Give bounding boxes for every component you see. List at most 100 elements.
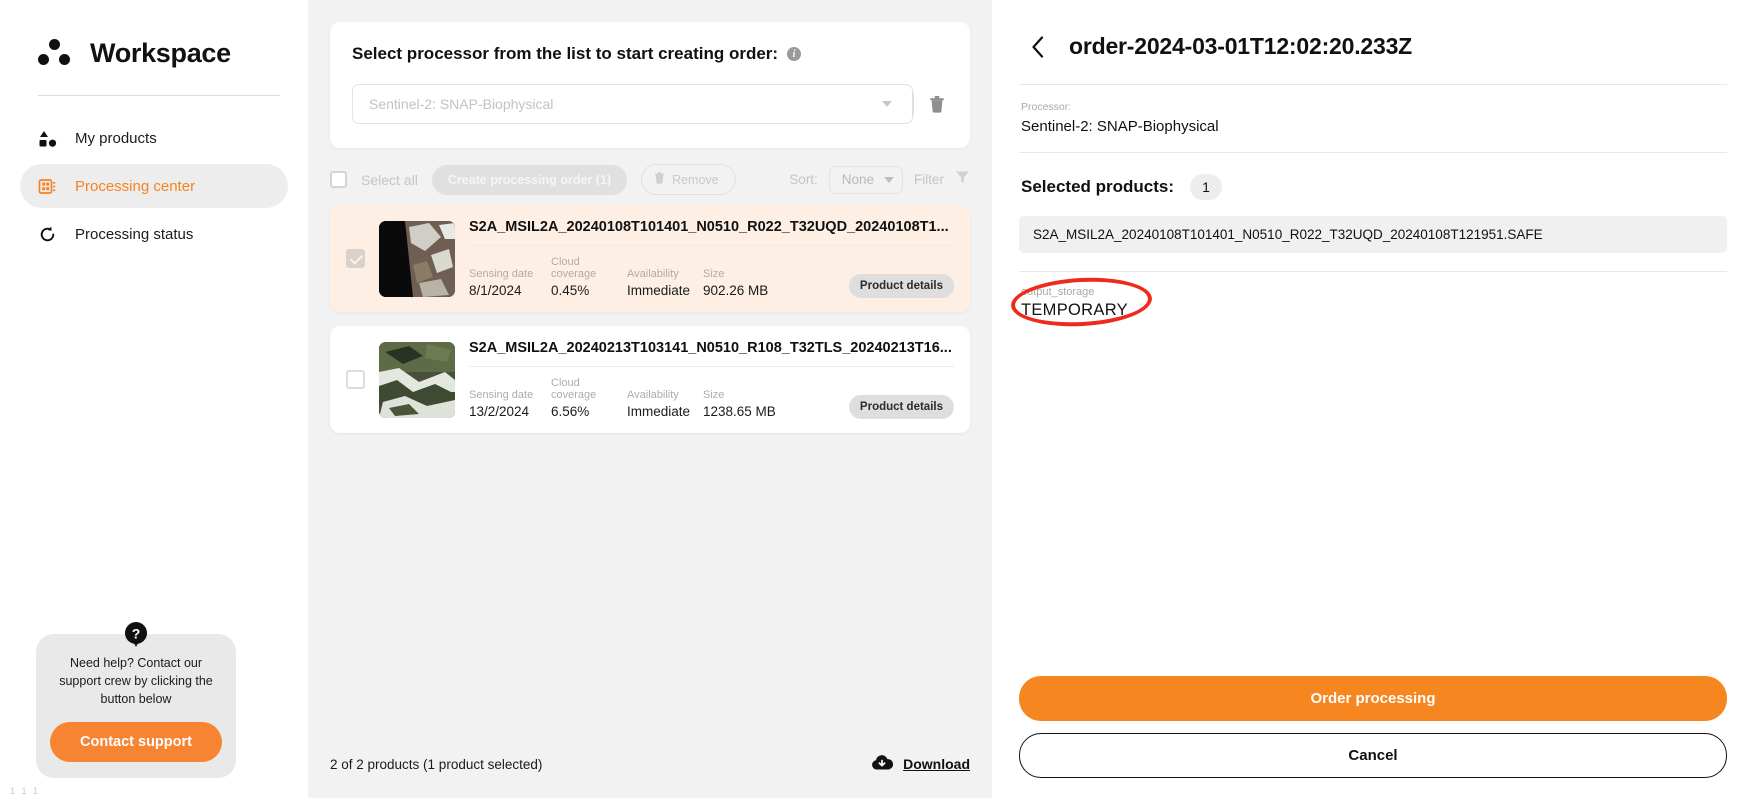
delete-processor-button[interactable] <box>926 93 948 115</box>
brand-title: Workspace <box>90 38 231 68</box>
meta-value-sensing-date: 8/1/2024 <box>469 283 522 298</box>
remove-button[interactable]: Remove <box>641 164 736 195</box>
sort-select[interactable]: None <box>828 165 903 194</box>
contact-support-button[interactable]: Contact support <box>50 722 222 762</box>
sidebar-item-label: Processing center <box>75 177 196 195</box>
processor-field-value: Sentinel-2: SNAP-Biophysical <box>1021 118 1219 135</box>
chevron-down-icon <box>882 101 892 107</box>
divider <box>469 245 954 246</box>
sidebar-item-processing-status[interactable]: Processing status <box>20 212 288 256</box>
processor-card-title: Select processor from the list to start … <box>352 44 948 64</box>
download-button[interactable]: Download <box>871 754 970 774</box>
grid-icon <box>38 177 57 196</box>
cancel-button[interactable]: Cancel <box>1019 733 1727 778</box>
product-count-text: 2 of 2 products (1 product selected) <box>330 756 543 772</box>
divider <box>469 366 954 367</box>
output-storage-value: TEMPORARY <box>1021 301 1128 319</box>
create-processing-order-button[interactable]: Create processing order (1) <box>431 164 628 195</box>
order-actions: Order processing Cancel <box>1019 676 1727 798</box>
trash-icon <box>654 172 665 187</box>
product-name: S2A_MSIL2A_20240108T101401_N0510_R022_T3… <box>469 219 949 235</box>
meta-value-sensing-date: 13/2/2024 <box>469 404 530 419</box>
processing-center-panel: Select processor from the list to start … <box>308 0 992 798</box>
product-body: S2A_MSIL2A_20240108T101401_N0510_R022_T3… <box>469 219 954 298</box>
processor-select[interactable]: Sentinel-2: SNAP-Biophysical <box>352 84 913 124</box>
order-processing-button[interactable]: Order processing <box>1019 676 1727 721</box>
list-item: S2A_MSIL2A_20240108T101401_N0510_R022_T3… <box>1019 216 1727 253</box>
sort-value: None <box>841 172 874 187</box>
processor-field: Processor: Sentinel-2: SNAP-Biophysical <box>1019 85 1727 152</box>
sidebar: Workspace My products Processing center <box>0 0 308 798</box>
meta-label-sensing-date: Sensing date <box>469 268 534 280</box>
funnel-icon[interactable] <box>955 170 970 190</box>
meta-label-cloud-coverage: Cloud coverage <box>551 256 597 280</box>
list-footer: 2 of 2 products (1 product selected) Dow… <box>308 730 992 798</box>
workspace-logo-icon <box>38 38 72 69</box>
sidebar-nav: My products Processing center Processing… <box>0 116 308 256</box>
meta-label-size: Size <box>703 389 725 401</box>
sidebar-divider <box>38 95 280 96</box>
download-label: Download <box>903 756 970 772</box>
selected-products-count: 1 <box>1190 174 1223 200</box>
output-storage-field: output_storage TEMPORARY <box>1009 272 1249 330</box>
output-storage-label: output_storage <box>1021 286 1095 298</box>
processor-selection-card: Select processor from the list to start … <box>330 22 970 148</box>
select-all-checkbox[interactable] <box>330 171 347 188</box>
meta-value-cloud-coverage: 6.56% <box>551 404 590 419</box>
sidebar-item-label: Processing status <box>75 225 194 243</box>
cloud-download-icon <box>871 754 894 774</box>
product-thumbnail <box>379 220 455 297</box>
sidebar-item-my-products[interactable]: My products <box>20 116 288 160</box>
order-detail-panel: order-2024-03-01T12:02:20.233Z Processor… <box>992 0 1754 798</box>
brand: Workspace <box>0 0 308 69</box>
page-title: order-2024-03-01T12:02:20.233Z <box>1069 33 1413 59</box>
meta-value-availability: Immediate <box>627 404 691 419</box>
product-list: S2A_MSIL2A_20240108T101401_N0510_R022_T3… <box>308 205 992 730</box>
product-checkbox[interactable] <box>346 249 365 268</box>
product-details-button[interactable]: Product details <box>848 395 954 419</box>
selected-products-label: Selected products: <box>1021 177 1175 196</box>
table-row[interactable]: S2A_MSIL2A_20240213T103141_N0510_R108_T3… <box>330 326 970 433</box>
toolbar-right-group: Sort: None Filter <box>789 165 970 194</box>
svg-text:?: ? <box>132 625 141 641</box>
corner-mark: 1 1 1 <box>10 786 41 796</box>
product-details-button[interactable]: Product details <box>848 274 954 298</box>
product-body: S2A_MSIL2A_20240213T103141_N0510_R108_T3… <box>469 340 954 419</box>
meta-value-size: 1238.65 MB <box>703 404 776 419</box>
selected-products-header: Selected products: 1 <box>1019 153 1727 216</box>
support-text: Need help? Contact our support crew by c… <box>59 655 213 706</box>
order-panel-header: order-2024-03-01T12:02:20.233Z <box>1019 0 1727 84</box>
meta-label-size: Size <box>703 268 725 280</box>
meta-label-availability: Availability <box>627 389 679 401</box>
processor-select-value: Sentinel-2: SNAP-Biophysical <box>369 96 554 112</box>
sidebar-item-processing-center[interactable]: Processing center <box>20 164 288 208</box>
app-root: Workspace My products Processing center <box>0 0 1754 798</box>
chevron-down-icon <box>884 176 894 183</box>
sidebar-item-label: My products <box>75 129 157 147</box>
support-widget: ? Need help? Contact our support crew by… <box>36 621 236 778</box>
products-icon <box>38 129 57 148</box>
meta-label-availability: Availability <box>627 268 679 280</box>
product-metadata: Sensing date 13/2/2024 Cloud coverage 6.… <box>469 377 954 419</box>
processor-select-row: Sentinel-2: SNAP-Biophysical <box>352 84 948 124</box>
product-checkbox[interactable] <box>346 370 365 389</box>
filter-label: Filter <box>914 172 944 187</box>
list-toolbar: Select all Create processing order (1) R… <box>308 148 992 205</box>
sort-label: Sort: <box>789 172 818 187</box>
divider <box>913 93 914 115</box>
processor-card-title-text: Select processor from the list to start … <box>352 44 779 63</box>
refresh-icon <box>38 225 57 244</box>
table-row[interactable]: S2A_MSIL2A_20240108T101401_N0510_R022_T3… <box>330 205 970 312</box>
question-mark-icon: ? <box>122 620 150 648</box>
meta-label-cloud-coverage: Cloud coverage <box>551 377 597 401</box>
select-all-label: Select all <box>361 171 418 188</box>
info-icon[interactable]: i <box>787 47 802 61</box>
meta-label-sensing-date: Sensing date <box>469 389 534 401</box>
meta-value-size: 902.26 MB <box>703 283 769 298</box>
meta-value-cloud-coverage: 0.45% <box>551 283 590 298</box>
remove-label: Remove <box>672 172 719 187</box>
product-name: S2A_MSIL2A_20240213T103141_N0510_R108_T3… <box>469 340 952 356</box>
product-metadata: Sensing date 8/1/2024 Cloud coverage 0.4… <box>469 256 954 298</box>
chevron-left-icon[interactable] <box>1027 35 1049 58</box>
